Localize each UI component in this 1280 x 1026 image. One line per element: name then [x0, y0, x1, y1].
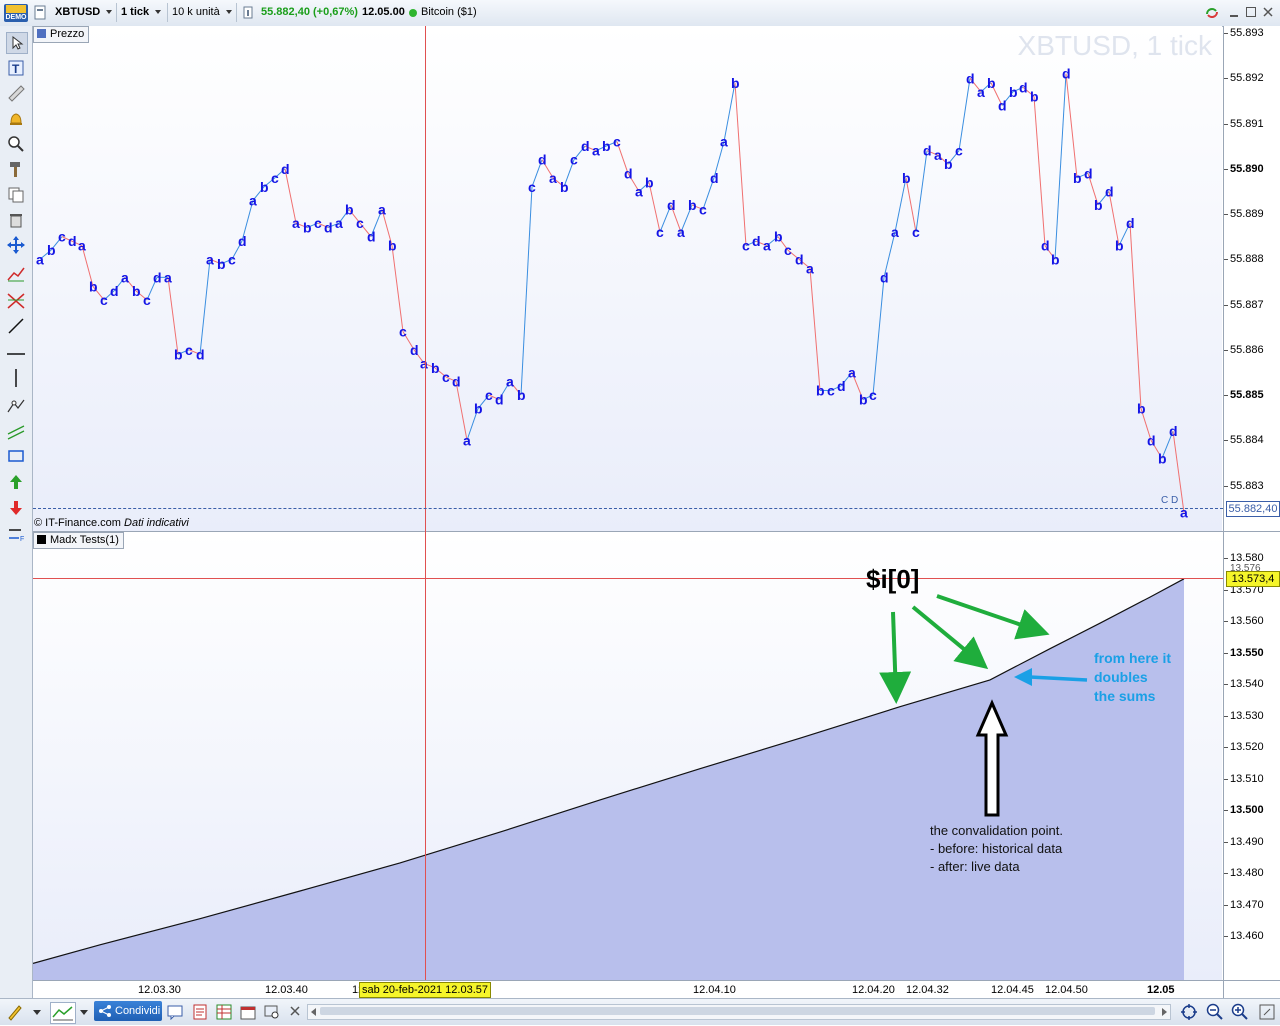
screenshot-icon[interactable] [264, 1004, 280, 1020]
resize-grip-icon[interactable] [1258, 1003, 1276, 1021]
chevron-down-icon[interactable] [80, 1010, 88, 1015]
table-icon[interactable] [216, 1004, 232, 1020]
blue-note-line: doubles [1094, 669, 1148, 685]
chart-type-icon[interactable] [50, 1002, 76, 1024]
bottom-toolbar: Condividi [0, 998, 1280, 1025]
horizontal-scrollbar[interactable] [307, 1004, 1171, 1020]
close-icon[interactable] [288, 1004, 302, 1018]
black-note: the convalidation point. - before: histo… [930, 822, 1063, 876]
fit-view-icon[interactable] [1180, 1003, 1198, 1021]
comment-icon[interactable] [167, 1004, 183, 1021]
pen-icon[interactable] [6, 1003, 24, 1021]
zoom-in-icon[interactable] [1231, 1003, 1249, 1021]
x-tick: 12.03.30 [138, 984, 181, 996]
annotation-overlay [879, 594, 1088, 817]
scroll-left-icon[interactable] [311, 1008, 316, 1016]
x-tick: 12.04.10 [693, 984, 736, 996]
share-icon [99, 1005, 111, 1017]
black-note-line: - after: live data [930, 859, 1020, 874]
blue-arrow [1014, 668, 1088, 686]
calendar-icon[interactable] [240, 1004, 256, 1020]
black-note-line: the convalidation point. [930, 823, 1063, 838]
hollow-up-arrow [975, 699, 1009, 817]
green-arrow-down [879, 611, 912, 704]
blue-note-line: the sums [1094, 688, 1156, 704]
var-label: $i[0] [866, 564, 920, 594]
orders-icon[interactable] [192, 1004, 208, 1020]
x-tick: 12.04.50 [1045, 984, 1088, 996]
x-tick: 12.03.40 [265, 984, 308, 996]
cursor-time-label: sab 20-feb-2021 12.03.57 [359, 982, 491, 998]
blue-note: from here it doubles the sums [1094, 649, 1171, 706]
scroll-right-icon[interactable] [1162, 1008, 1167, 1016]
green-arrow-mid [911, 605, 989, 670]
x-axis[interactable]: 12.03.30 12.03.40 12 sab 20-feb-2021 12.… [33, 980, 1223, 999]
x-tick: 12.04.32 [906, 984, 949, 996]
axis-corner [1223, 980, 1280, 999]
blue-note-line: from here it [1094, 650, 1172, 666]
zoom-out-icon[interactable] [1206, 1003, 1224, 1021]
x-tick: 12.04.45 [991, 984, 1034, 996]
green-arrows [879, 594, 1050, 704]
share-label: Condividi [115, 1005, 161, 1017]
x-tick: 12.04.20 [852, 984, 895, 996]
chevron-down-icon[interactable] [33, 1010, 41, 1015]
green-arrow-right [936, 594, 1050, 640]
black-note-line: - before: historical data [930, 841, 1063, 856]
scroll-thumb[interactable] [320, 1007, 1155, 1015]
share-button[interactable]: Condividi [94, 1001, 162, 1021]
x-tick: 12.05 [1147, 984, 1175, 996]
